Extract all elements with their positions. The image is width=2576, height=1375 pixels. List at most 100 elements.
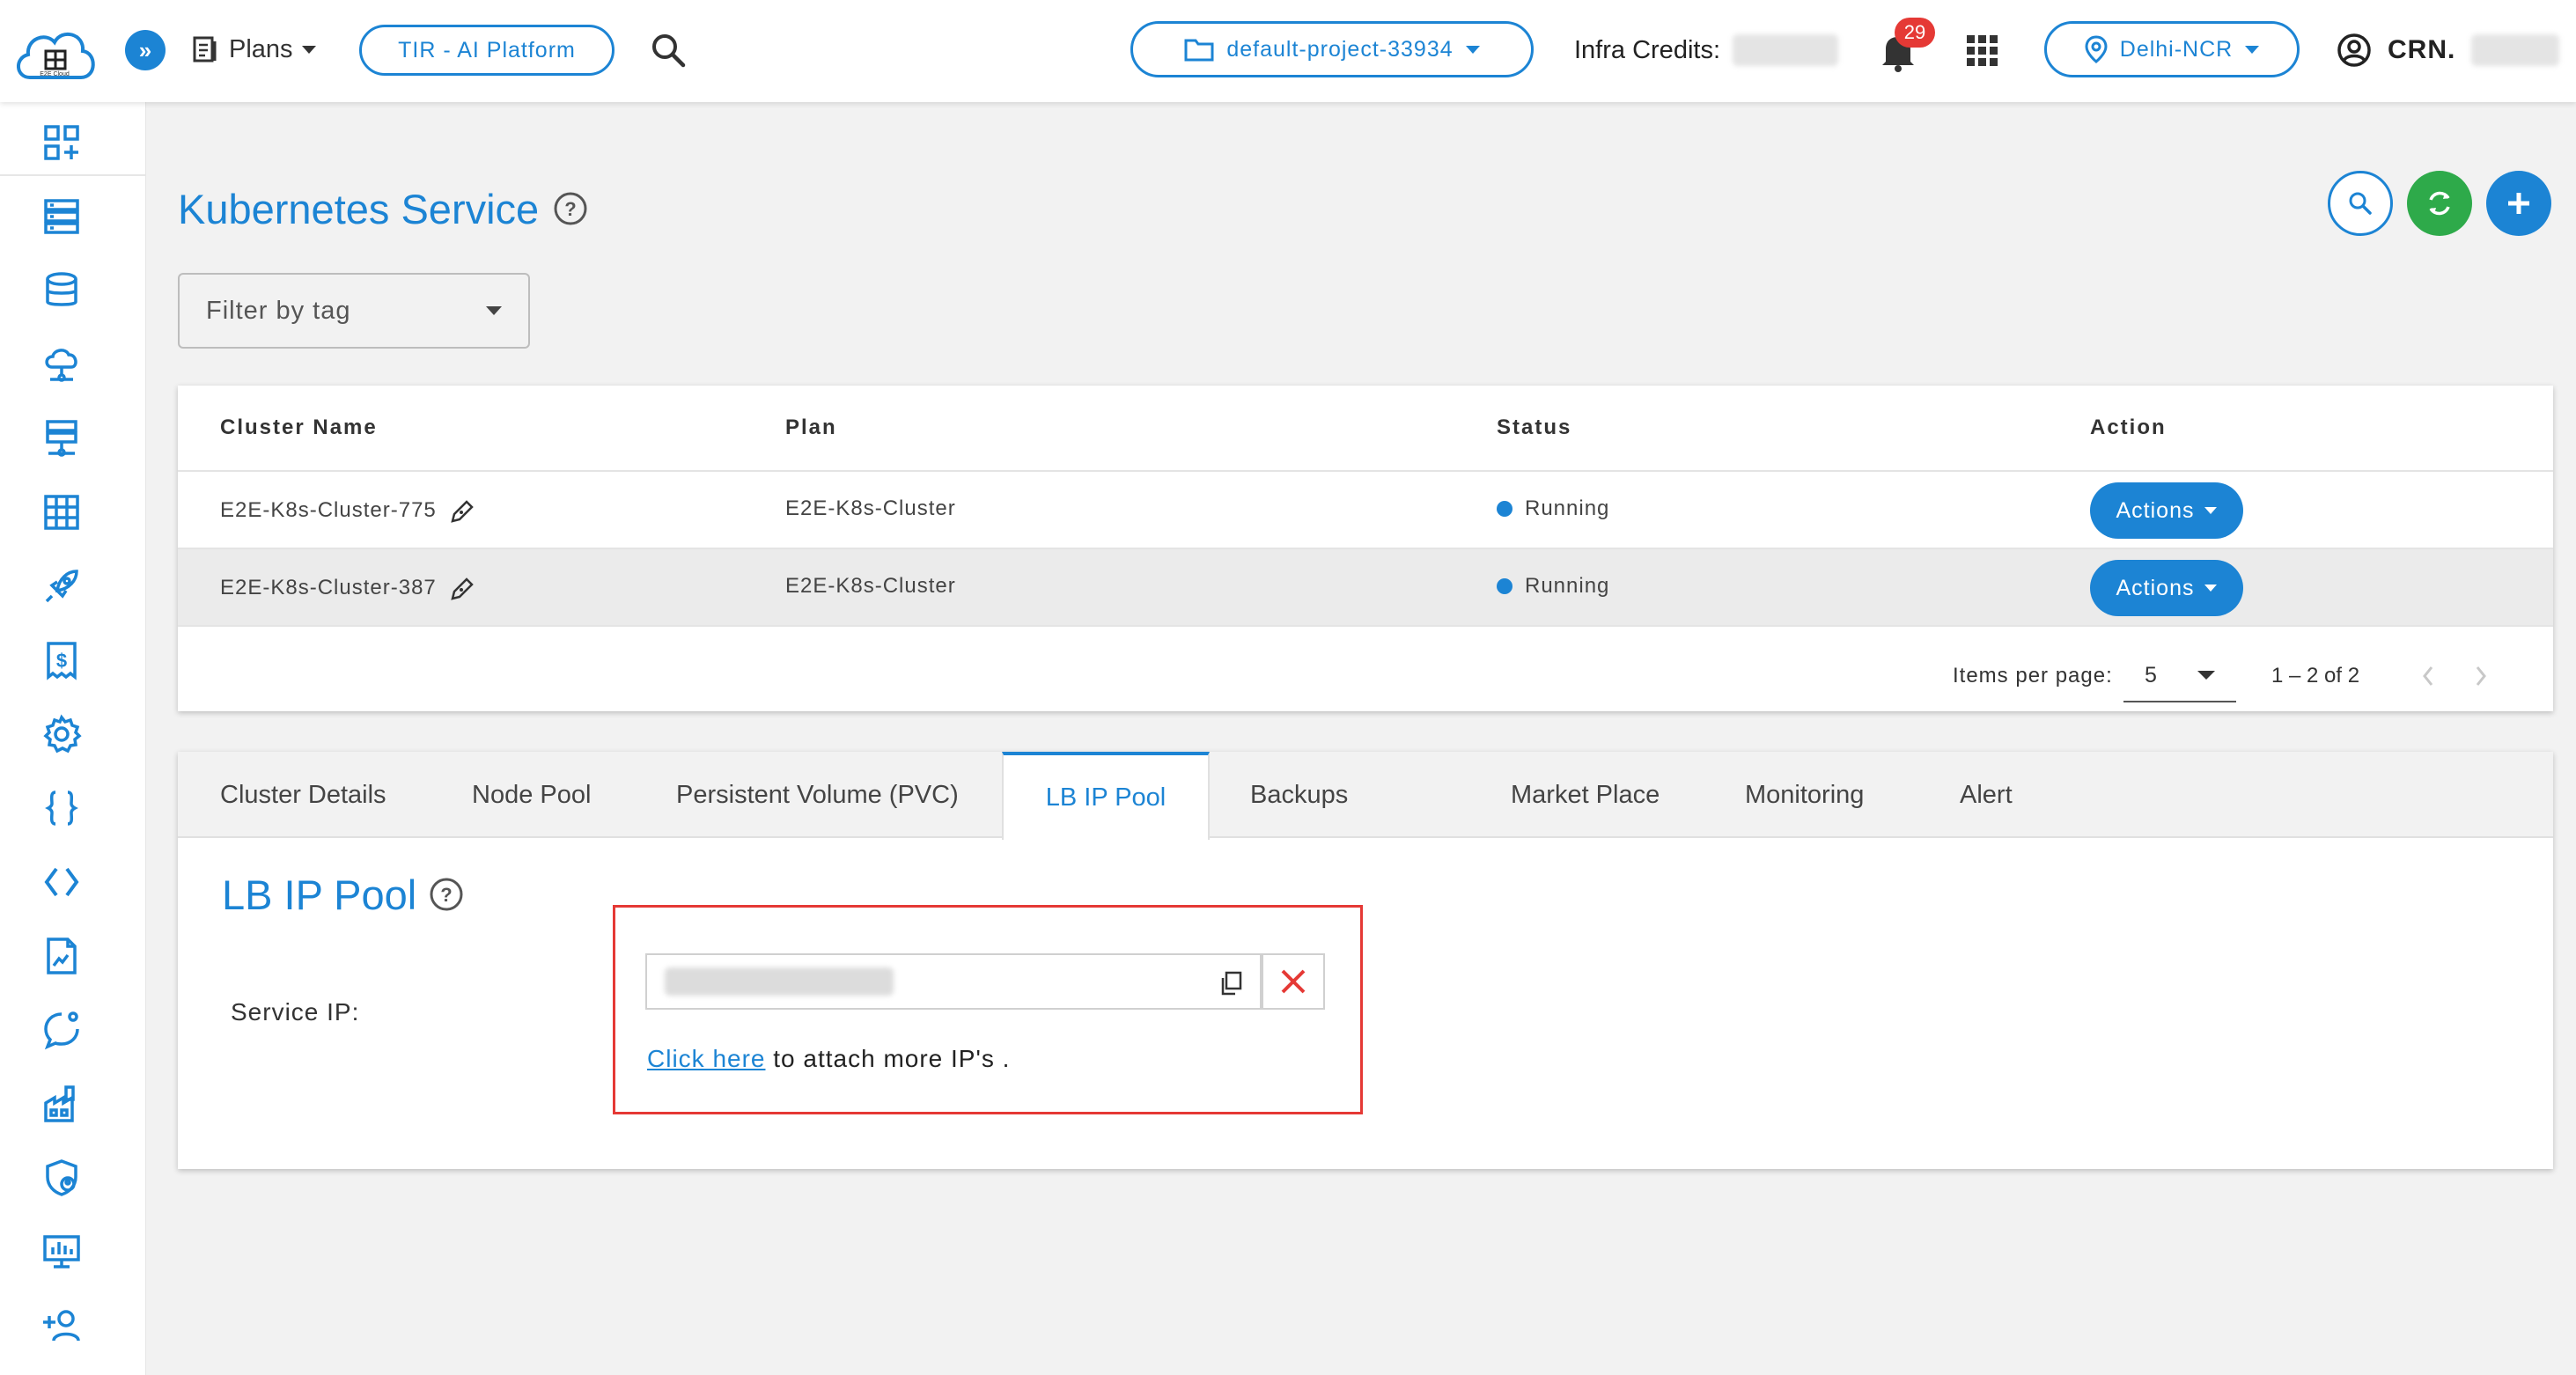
actions-label: Actions xyxy=(2116,575,2195,600)
filter-by-tag-select[interactable]: Filter by tag xyxy=(178,273,530,349)
tab-persistent-volume[interactable]: Persistent Volume (PVC) xyxy=(676,752,959,838)
apps-grid-button[interactable] xyxy=(1965,32,2004,70)
copy-icon[interactable] xyxy=(1218,969,1246,997)
sidebar-item-code[interactable] xyxy=(40,861,83,903)
factory-icon xyxy=(44,1085,75,1122)
add-cluster-button[interactable] xyxy=(2486,171,2551,236)
search-button[interactable] xyxy=(648,30,688,70)
cluster-name-cell: E2E-K8s-Cluster-775 xyxy=(220,496,477,525)
sidebar: $ xyxy=(0,102,146,1375)
tab-lb-ip-pool[interactable]: LB IP Pool xyxy=(1002,752,1210,840)
help-circle-icon[interactable]: ? xyxy=(553,191,588,226)
sidebar-item-settings[interactable] xyxy=(40,713,83,755)
lb-ip-pool-title: LB IP Pool ? xyxy=(222,866,464,923)
table-header: Cluster Name Plan Status Action xyxy=(178,386,2553,472)
tab-node-pool[interactable]: Node Pool xyxy=(472,752,591,838)
tab-alert[interactable]: Alert xyxy=(1960,752,2013,838)
next-page-button[interactable] xyxy=(2463,658,2499,694)
table-row[interactable]: E2E-K8s-Cluster-387 E2E-K8s-Cluster Runn… xyxy=(178,549,2553,627)
items-per-page-label: Items per page: xyxy=(1953,664,2113,688)
help-circle-icon[interactable]: ? xyxy=(429,877,464,912)
sidebar-item-storage[interactable] xyxy=(40,417,83,460)
logo-text: E2E Cloud xyxy=(40,71,70,77)
tab-monitoring[interactable]: Monitoring xyxy=(1745,752,1864,838)
sidebar-item-support[interactable] xyxy=(40,1009,83,1051)
edit-tag-icon[interactable] xyxy=(449,496,477,525)
sidebar-item-dashboard[interactable] xyxy=(40,121,83,164)
svg-text:?: ? xyxy=(564,198,576,220)
curly-braces-icon xyxy=(45,790,78,826)
plan-cell: E2E-K8s-Cluster xyxy=(785,574,956,598)
tab-bar: Cluster Details Node Pool Persistent Vol… xyxy=(178,752,2553,840)
search-clusters-button[interactable] xyxy=(2328,171,2393,236)
sidebar-item-database[interactable] xyxy=(40,269,83,312)
delete-ip-button[interactable] xyxy=(1262,953,1325,1010)
sidebar-item-documents[interactable] xyxy=(40,935,83,977)
project-selector[interactable]: default-project-33934 xyxy=(1130,21,1534,77)
tab-cluster-details[interactable]: Cluster Details xyxy=(220,752,386,838)
sidebar-item-billing[interactable]: $ xyxy=(40,639,83,681)
tir-ai-platform-button[interactable]: TIR - AI Platform xyxy=(359,25,615,76)
edit-tag-icon[interactable] xyxy=(449,574,477,602)
cluster-name: E2E-K8s-Cluster-775 xyxy=(220,498,437,522)
chevron-down-icon xyxy=(486,306,502,315)
page-size-value: 5 xyxy=(2145,662,2157,688)
actions-label: Actions xyxy=(2116,497,2195,523)
filter-placeholder: Filter by tag xyxy=(206,296,351,325)
location-pin-icon xyxy=(2085,35,2108,63)
chevron-left-icon xyxy=(2423,666,2433,686)
sidebar-divider xyxy=(0,174,146,176)
table-row[interactable]: E2E-K8s-Cluster-775 E2E-K8s-Cluster Runn… xyxy=(178,472,2553,549)
cluster-detail-panel: Cluster Details Node Pool Persistent Vol… xyxy=(178,752,2553,1169)
billing-icon: $ xyxy=(47,642,77,680)
chevron-down-icon xyxy=(2204,585,2218,592)
tab-market-place[interactable]: Market Place xyxy=(1511,752,1660,838)
servers-icon xyxy=(44,199,79,234)
sidebar-item-api[interactable] xyxy=(40,787,83,829)
apps-grid-icon xyxy=(1967,35,1998,66)
sidebar-item-deploy[interactable] xyxy=(40,565,83,607)
sidebar-item-monitoring[interactable] xyxy=(40,1231,83,1273)
chevron-down-icon xyxy=(2204,507,2218,514)
cloud-network-icon xyxy=(45,349,77,382)
monitor-chart-icon xyxy=(43,1235,80,1268)
attach-more-ip-link[interactable]: Click here xyxy=(647,1045,765,1072)
sidebar-item-security[interactable] xyxy=(40,1157,83,1199)
attach-ip-text: Click here to attach more IP's . xyxy=(647,1045,1010,1073)
column-header-cluster-name: Cluster Name xyxy=(220,415,378,439)
highlight-box: Click here to attach more IP's . xyxy=(613,905,1363,1114)
sidebar-item-iam[interactable] xyxy=(40,1305,83,1347)
chevron-down-icon xyxy=(301,45,316,54)
expand-sidebar-button[interactable]: » xyxy=(125,30,166,70)
previous-page-button[interactable] xyxy=(2410,658,2446,694)
tir-label: TIR - AI Platform xyxy=(398,37,576,62)
sidebar-item-tables[interactable] xyxy=(40,491,83,533)
settings-gear-icon xyxy=(43,714,82,754)
service-ip-field[interactable] xyxy=(645,953,1262,1010)
status-text: Running xyxy=(1525,496,1610,520)
attach-ip-suffix: to attach more IP's . xyxy=(765,1045,1011,1072)
chevron-down-icon xyxy=(1465,45,1480,54)
plans-menu[interactable]: Plans xyxy=(190,26,316,72)
actions-dropdown-button[interactable]: Actions xyxy=(2090,482,2243,539)
column-header-status: Status xyxy=(1497,415,1572,439)
notification-badge: 29 xyxy=(1895,18,1935,48)
status-text: Running xyxy=(1525,574,1610,598)
service-ip-label: Service IP: xyxy=(231,998,360,1026)
sidebar-item-marketplace[interactable] xyxy=(40,1083,83,1125)
e2e-cloud-logo[interactable]: E2E Cloud xyxy=(11,19,99,88)
page-size-select[interactable]: 5 xyxy=(2123,650,2236,702)
sidebar-item-network[interactable] xyxy=(40,343,83,386)
page-range: 1 – 2 of 2 xyxy=(2271,664,2360,688)
tab-backups[interactable]: Backups xyxy=(1250,752,1348,838)
service-ip-value-redacted xyxy=(665,967,894,996)
infra-credits: Infra Credits: xyxy=(1574,32,1838,69)
chevron-down-icon xyxy=(2245,45,2260,54)
sidebar-item-compute[interactable] xyxy=(40,195,83,238)
actions-dropdown-button[interactable]: Actions xyxy=(2090,560,2243,616)
folder-icon xyxy=(1184,39,1214,62)
region-selector[interactable]: Delhi-NCR xyxy=(2044,21,2300,77)
paginator: Items per page: 5 1 – 2 of 2 xyxy=(178,650,2553,702)
refresh-button[interactable] xyxy=(2407,171,2472,236)
account-menu[interactable]: CRN. xyxy=(2337,28,2560,72)
